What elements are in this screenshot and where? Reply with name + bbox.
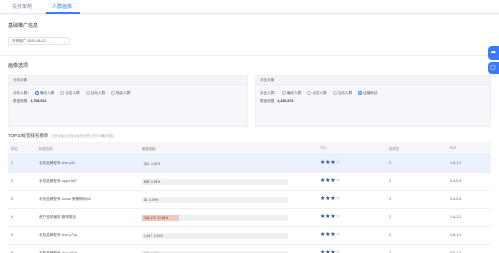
cell-tgi-stars: ★★★★ [320, 249, 341, 253]
radio-analysis-exposure[interactable]: 曝光人群 [34, 91, 54, 96]
analysis-radio-group: 分析人群： 曝光人群 点击人群 互动人群 购买人群 [13, 91, 135, 96]
cell-relevance: 3 [389, 179, 391, 183]
cell-relevance: 3 [389, 197, 391, 201]
star-icon: ★ [335, 214, 341, 220]
table-row[interactable]: 6手机品牌型号-vivo y51a288 0.02%★★★★23.5-1.2 [8, 245, 491, 253]
cell-relevance: 2 [389, 215, 391, 219]
analysis-object-head-label: 分析对象 [13, 78, 28, 82]
analysis-cover: 覆盖规模 1,708,912 [13, 99, 47, 103]
analysis-radio-label: 分析人群： [13, 91, 31, 95]
top10-subtitle: 分析对象与比较对象在标签上的TGI偏好指标 [51, 134, 114, 138]
cell-rank: 5 [11, 233, 13, 237]
table-row[interactable]: 3 手机品牌型号-honor 荣耀畅玩5A 81 0.09% ★★★★ 3 0.4-0.5 [8, 191, 491, 209]
compare-radio-group: 对比人群： 曝光人群 点击人群 互动人群 店铺粉丝 [260, 91, 382, 96]
cell-name: 手机品牌型号-vivo y31 [39, 161, 75, 165]
radio-compare-click[interactable]: 点击人群 [307, 91, 327, 96]
cell-name: 手机品牌型号-oppo a57 [39, 179, 77, 183]
cell-cover-text: 1,647 0.10% [144, 234, 163, 238]
th-roi[interactable]: ROI [450, 146, 456, 150]
cell-relevance: 2 [389, 233, 391, 237]
tag-table: 排名 标签名称 覆盖规模 TGI 相关性 ROI 1 手机品牌型号-vivo y3… [8, 142, 491, 253]
cell-rank: 2 [11, 179, 13, 183]
cell-tgi-stars: ★★★★ [320, 213, 341, 220]
th-cover[interactable]: 覆盖规模 [142, 146, 156, 151]
cell-rank: 3 [11, 197, 13, 201]
analysis-cover-value: 1,708,912 [30, 99, 47, 103]
cell-roi: 1.6-1.2 [450, 215, 462, 219]
table-row[interactable]: 2 手机品牌型号-oppo a57 808 0.59% ★★★★ 3 0.4-0.4 [8, 173, 491, 191]
compare-object-box: 对比对象 对比人群： 曝光人群 点击人群 互动人群 店铺粉丝 覆盖规模 4,436… [255, 75, 491, 127]
main-panel: 基础推广信息 开车推广 2020-06-12 ⌄ 画像选项 分析对象 分析人群：… [0, 15, 499, 253]
analysis-object-box: 分析对象 分析人群： 曝光人群 点击人群 互动人群 购买人群 覆盖规模 1,708… [8, 75, 248, 127]
cell-rank: 1 [11, 161, 13, 165]
float-message-button[interactable]: ▢ [488, 62, 499, 74]
cell-roi: 1.6-1.2 [450, 161, 462, 165]
table-row[interactable]: 5 手机品牌型号-vivo y71a 1,647 0.10% ★★★★ 2 1.8-1.2 [8, 227, 491, 245]
cell-relevance: 3 [389, 161, 391, 165]
compare-cover-value: 4,436,574 [277, 99, 294, 103]
section-title-basic: 基础推广信息 [8, 23, 39, 29]
compare-cover: 覆盖规模 4,436,574 [260, 99, 294, 103]
star-icon: ★ [335, 178, 341, 184]
cell-roi: 1.8-1.2 [450, 233, 462, 237]
cell-cover-text: 324 0.32% [144, 162, 161, 166]
active-tab-indicator [46, 12, 80, 14]
cell-tgi-stars: ★★★★ [320, 159, 341, 166]
cell-cover-bar: 808 0.59% [142, 179, 288, 185]
cell-tgi-stars: ★★★★ [320, 195, 341, 202]
cell-cover-text: 348,173 21.68% [144, 216, 169, 220]
cell-cover-bar: 1,647 0.10% [142, 233, 288, 239]
tab-portrait[interactable]: 人群画像 [52, 3, 72, 10]
cell-name: 手机品牌型号-honor 荣耀畅玩5A [39, 197, 91, 201]
float-cloud-button[interactable]: ☁ [488, 46, 499, 60]
compare-object-head: 对比对象 [256, 76, 490, 85]
compare-radio-label: 对比人群： [260, 91, 278, 95]
section-title-portrait: 画像选项 [8, 63, 29, 69]
th-rank: 排名 [11, 147, 18, 151]
chevron-down-icon: ⌄ [62, 39, 66, 44]
cell-roi: 0.4-0.4 [450, 179, 462, 183]
compare-object-head-label: 对比对象 [260, 78, 275, 82]
radio-analysis-click[interactable]: 点击人群 [60, 91, 80, 96]
th-tgi[interactable]: TGI [320, 146, 326, 150]
message-icon: ▢ [490, 65, 496, 71]
tab-strategy[interactable]: 投放策略 [12, 3, 32, 10]
th-name: 标签名称 [39, 147, 53, 151]
radio-analysis-purchase[interactable]: 购买人群 [111, 91, 130, 96]
cloud-icon: ☁ [490, 49, 496, 55]
cell-rank: 4 [11, 215, 13, 219]
cell-cover-bar: 324 0.32% [142, 161, 288, 167]
table-header: 排名 标签名称 覆盖规模 TGI 相关性 ROI [8, 142, 491, 155]
table-row[interactable]: 4 资产品类偏好-服饰鞋包 348,173 21.68% ★★★★ 2 1.6-1.2 [8, 209, 491, 227]
date-select-value: 开车推广 2020-06-12 [12, 39, 46, 43]
cell-name: 手机品牌型号-vivo y71a [39, 233, 77, 237]
th-relevance[interactable]: 相关性 [389, 146, 399, 151]
date-select[interactable]: 开车推广 2020-06-12 ⌄ [8, 37, 70, 45]
analysis-object-head: 分析对象 [9, 76, 247, 85]
radio-compare-exposure[interactable]: 曝光人群 [281, 91, 301, 96]
cell-cover-bar: 81 0.09% [142, 197, 288, 203]
radio-compare-interact[interactable]: 互动人群 [332, 91, 352, 96]
radio-compare-fans[interactable]: 店铺粉丝 [358, 91, 377, 96]
cell-roi: 0.4-0.5 [450, 197, 462, 201]
star-icon: ★ [335, 160, 341, 166]
radio-analysis-interact[interactable]: 互动人群 [85, 91, 105, 96]
cell-tgi-stars: ★★★★ [320, 231, 341, 238]
cell-tgi-stars: ★★★★ [320, 177, 341, 184]
star-icon: ★ [335, 196, 341, 202]
star-icon: ★ [335, 232, 341, 238]
cell-cover-bar: 348,173 21.68% [142, 215, 288, 221]
top10-title: TOP10标签排名榜单 分析对象与比较对象在标签上的TGI偏好指标 [8, 133, 114, 138]
top-tab-bar: 投放策略 人群画像 [0, 0, 499, 14]
cell-cover-text: 808 0.59% [144, 180, 161, 184]
cell-cover-text: 81 0.09% [144, 198, 159, 202]
section-divider [0, 55, 499, 56]
cell-name: 资产品类偏好-服饰鞋包 [39, 215, 77, 219]
table-row[interactable]: 1 手机品牌型号-vivo y31 324 0.32% ★★★★ 3 1.6-1.2 [8, 155, 491, 173]
